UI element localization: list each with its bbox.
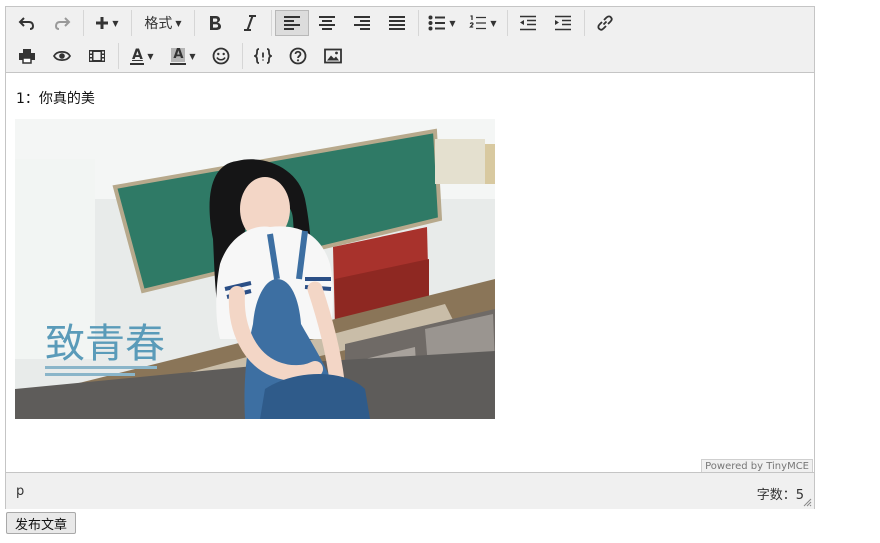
inserted-photo[interactable]: 致青春	[15, 119, 495, 419]
insert-link-button[interactable]	[588, 10, 622, 36]
insert-media-button[interactable]	[80, 43, 114, 69]
align-right-button[interactable]	[345, 10, 379, 36]
toolbar-separator	[83, 10, 84, 36]
emoticons-button[interactable]	[204, 43, 238, 69]
numbered-list-icon	[469, 15, 487, 30]
print-button[interactable]	[10, 43, 44, 69]
bold-button[interactable]	[198, 10, 232, 36]
toolbar-separator	[242, 43, 243, 69]
smiley-icon	[212, 47, 230, 65]
align-right-icon	[354, 16, 370, 30]
plus-icon	[96, 17, 109, 29]
link-icon	[597, 15, 613, 31]
insert-image-button[interactable]	[316, 43, 350, 69]
toolbar-row-1: ▼ 格式 ▼ ▼ ▼	[10, 8, 623, 38]
image-icon	[324, 48, 342, 64]
text-color-bar	[130, 62, 145, 65]
word-count: 字数：5	[756, 488, 804, 503]
undo-button[interactable]	[10, 10, 44, 36]
format-menu-button[interactable]: 格式 ▼	[135, 10, 191, 36]
align-left-button[interactable]	[275, 10, 309, 36]
bold-icon	[210, 16, 221, 30]
undo-icon	[18, 17, 35, 30]
editor-statusbar: p 字数：5	[6, 472, 814, 509]
redo-icon	[54, 17, 71, 30]
align-left-icon	[284, 16, 300, 30]
align-center-icon	[319, 16, 335, 30]
chevron-down-icon: ▼	[112, 18, 119, 28]
bullet-list-button[interactable]: ▼	[422, 10, 462, 36]
align-center-button[interactable]	[310, 10, 344, 36]
redo-button[interactable]	[45, 10, 79, 36]
rich-text-editor: ▼ 格式 ▼ ▼ ▼ A ▼ A ▼ 1：你真的美 致青春 Powered by…	[5, 6, 815, 509]
background-color-icon: A	[170, 46, 187, 65]
toolbar-separator	[507, 10, 508, 36]
toolbar-separator	[271, 10, 272, 36]
background-color-letter: A	[171, 46, 186, 62]
content-paragraph[interactable]: 1：你真的美	[16, 88, 95, 108]
chevron-down-icon: ▼	[175, 18, 182, 28]
toolbar-row-2: A ▼ A ▼	[10, 41, 351, 71]
publish-article-button[interactable]: 发布文章	[6, 512, 77, 534]
insert-menu-button[interactable]: ▼	[87, 10, 127, 36]
image-overlay-title: 致青春	[45, 321, 165, 367]
classroom-photo: 致青春	[15, 119, 495, 419]
indent-button[interactable]	[546, 10, 580, 36]
background-color-bar	[170, 62, 187, 65]
code-button[interactable]	[246, 43, 280, 69]
chevron-down-icon: ▼	[189, 51, 196, 61]
toolbar-separator	[194, 10, 195, 36]
film-icon	[89, 50, 105, 62]
help-icon	[289, 47, 307, 65]
outdent-icon	[520, 15, 536, 31]
chevron-down-icon: ▼	[449, 18, 456, 28]
format-label: 格式	[144, 16, 173, 32]
italic-button[interactable]	[233, 10, 267, 36]
toolbar-separator	[131, 10, 132, 36]
help-button[interactable]	[281, 43, 315, 69]
editor-content-area[interactable]: 1：你真的美 致青春 Powered by TinyMCE	[6, 73, 814, 475]
eye-icon	[53, 50, 71, 62]
align-justify-icon	[389, 16, 405, 30]
chevron-down-icon: ▼	[147, 51, 154, 61]
print-icon	[19, 49, 35, 64]
editor-toolbar: ▼ 格式 ▼ ▼ ▼ A ▼ A ▼	[6, 7, 814, 73]
resize-handle-icon[interactable]	[803, 498, 812, 507]
element-path[interactable]: p	[16, 484, 24, 499]
indent-icon	[555, 15, 571, 31]
italic-icon	[244, 15, 256, 31]
text-color-letter: A	[132, 46, 143, 63]
align-justify-button[interactable]	[380, 10, 414, 36]
text-color-icon: A	[130, 46, 145, 65]
preview-button[interactable]	[45, 43, 79, 69]
toolbar-separator	[118, 43, 119, 69]
toolbar-separator	[584, 10, 585, 36]
code-braces-icon	[254, 48, 272, 64]
numbered-list-button[interactable]: ▼	[463, 10, 503, 36]
toolbar-separator	[418, 10, 419, 36]
background-color-button[interactable]: A ▼	[163, 43, 203, 69]
bullet-list-icon	[428, 15, 446, 31]
text-color-button[interactable]: A ▼	[122, 43, 162, 69]
chevron-down-icon: ▼	[490, 18, 497, 28]
outdent-button[interactable]	[511, 10, 545, 36]
